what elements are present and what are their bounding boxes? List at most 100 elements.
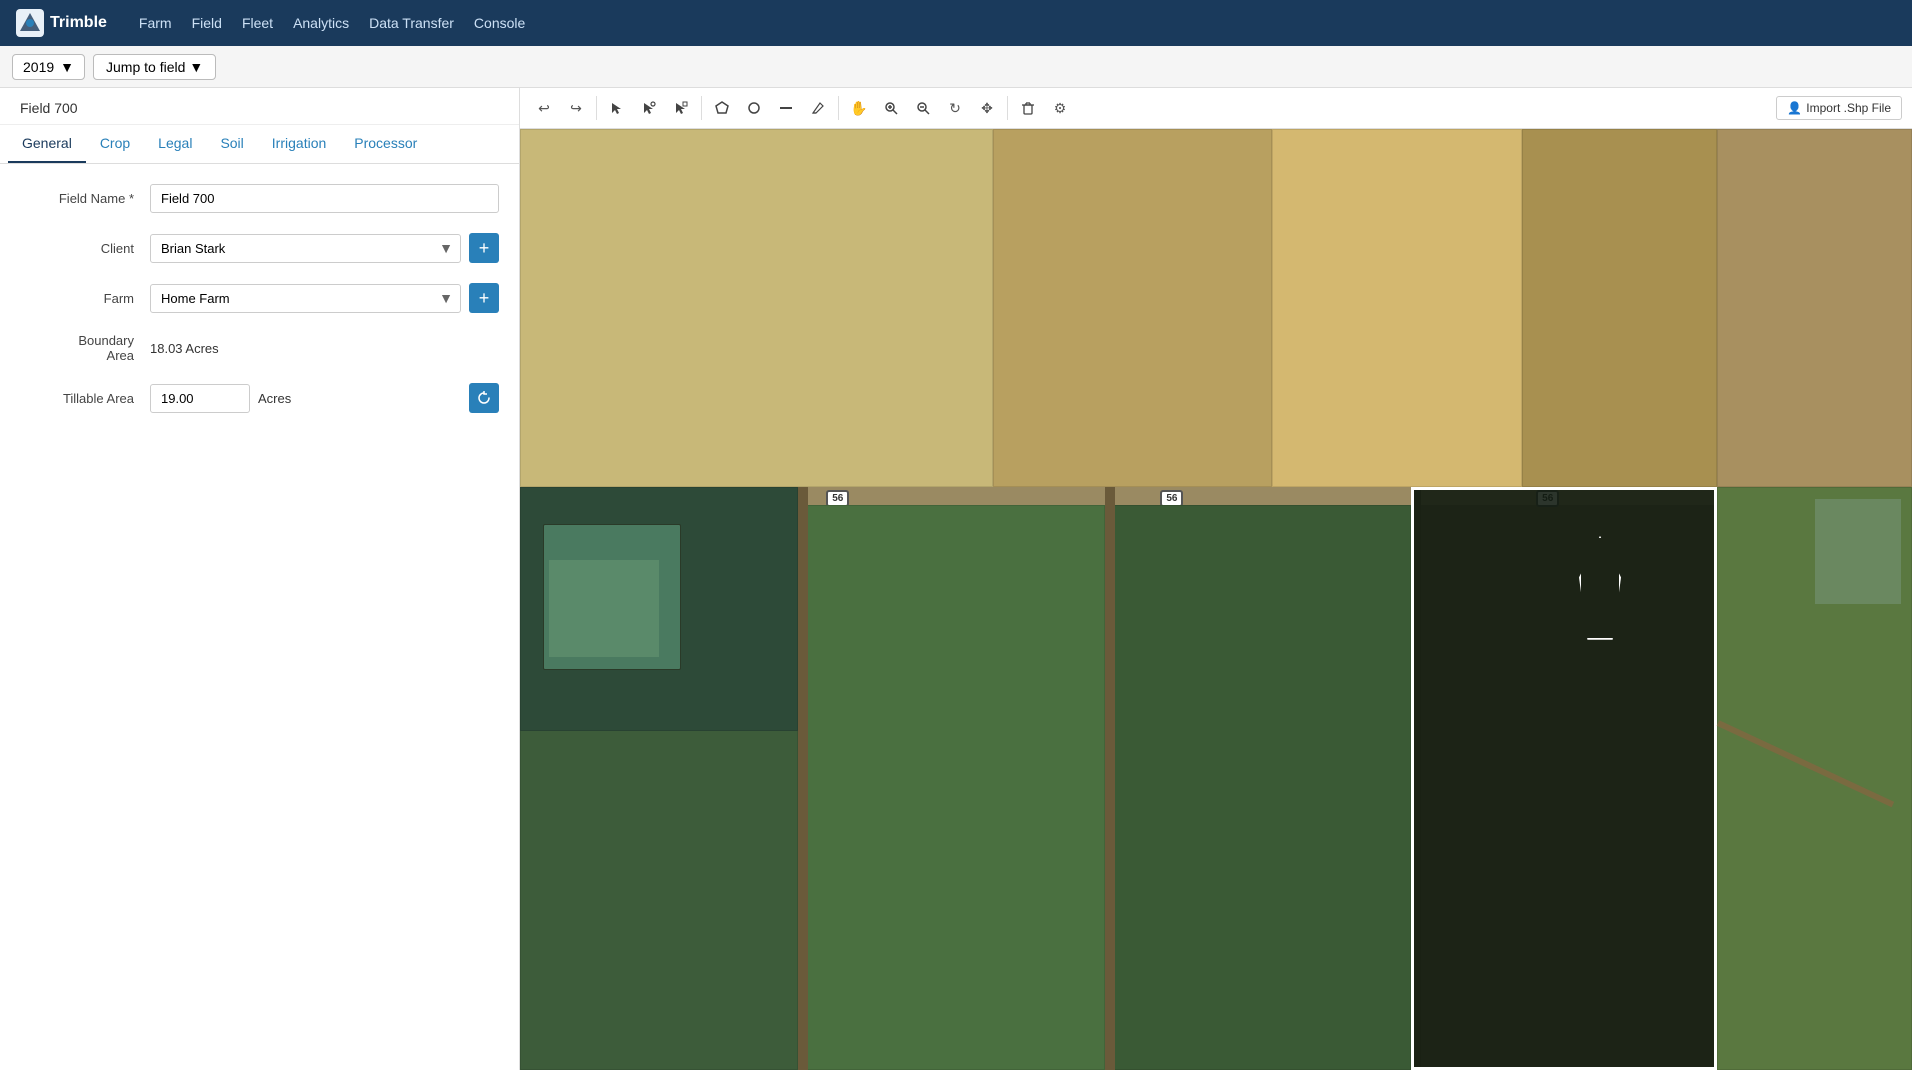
select-area-icon	[642, 101, 656, 115]
client-label: Client	[20, 241, 150, 256]
import-label: Import .Shp File	[1806, 101, 1891, 115]
edit-node-button[interactable]	[667, 94, 695, 122]
person-icon: 👤	[1787, 101, 1802, 115]
top-navigation: Trimble FarmFieldFleetAnalyticsData Tran…	[0, 0, 1912, 46]
field-green-3	[1105, 505, 1411, 1070]
field-patch-2	[993, 129, 1271, 487]
hand-tool-button[interactable]: ✋	[845, 94, 873, 122]
toolbar-sep-1	[596, 96, 597, 120]
field-green-2	[798, 505, 1104, 1070]
main-content: Field 700 GeneralCropLegalSoilIrrigation…	[0, 88, 1912, 1070]
add-client-button[interactable]: +	[469, 233, 499, 263]
toolbar-sep-3	[838, 96, 839, 120]
zoom-in-icon	[884, 101, 898, 115]
toolbar-sep-2	[701, 96, 702, 120]
form-area: Field Name * Client Brian Stark ▼ +	[0, 164, 519, 1070]
year-dropdown[interactable]: 2019 ▼	[12, 54, 85, 80]
cursor-icon	[610, 101, 624, 115]
second-bar: 2019 ▼ Jump to field ▼	[0, 46, 1912, 88]
tillable-area-label: Tillable Area	[20, 391, 150, 406]
farm-row: Farm Home Farm ▼ +	[20, 283, 499, 313]
nav-item-field[interactable]: Field	[184, 11, 230, 35]
app-name: Trimble	[50, 14, 107, 32]
tab-crop[interactable]: Crop	[86, 125, 144, 163]
tab-soil[interactable]: Soil	[206, 125, 257, 163]
selected-field	[1411, 487, 1717, 1070]
trimble-logo-icon	[16, 9, 44, 37]
zoom-in-button[interactable]	[877, 94, 905, 122]
select2-tool-button[interactable]	[635, 94, 663, 122]
tillable-area-input[interactable]	[150, 384, 250, 413]
select-tool-button[interactable]	[603, 94, 631, 122]
farm-select-wrap: Home Farm ▼	[150, 284, 461, 313]
client-row: Client Brian Stark ▼ +	[20, 233, 499, 263]
add-farm-button[interactable]: +	[469, 283, 499, 313]
farm-select[interactable]: Home Farm	[150, 284, 461, 313]
tab-general[interactable]: General	[8, 125, 86, 163]
tab-processor[interactable]: Processor	[340, 125, 431, 163]
boundary-area-row: BoundaryArea 18.03 Acres	[20, 333, 499, 363]
tab-irrigation[interactable]: Irrigation	[258, 125, 340, 163]
pencil-button[interactable]	[804, 94, 832, 122]
draw-line-button[interactable]	[772, 94, 800, 122]
nav-item-analytics[interactable]: Analytics	[285, 11, 357, 35]
undo-button[interactable]: ↩	[530, 94, 558, 122]
right-panel: ↩ ↪	[520, 88, 1912, 1070]
nav-item-console[interactable]: Console	[466, 11, 533, 35]
left-panel: Field 700 GeneralCropLegalSoilIrrigation…	[0, 88, 520, 1070]
client-select-wrap: Brian Stark ▼	[150, 234, 461, 263]
farm-label: Farm	[20, 291, 150, 306]
boundary-area-label: BoundaryArea	[20, 333, 150, 363]
nav-items: FarmFieldFleetAnalyticsData TransferCons…	[131, 11, 533, 35]
boundary-area-value: 18.03 Acres	[150, 341, 219, 356]
tabs-container: GeneralCropLegalSoilIrrigationProcessor	[0, 125, 519, 164]
map-view[interactable]: 56 56 56	[520, 129, 1912, 1070]
barn-area	[520, 487, 798, 732]
draw-circle-button[interactable]	[740, 94, 768, 122]
delete-button[interactable]	[1014, 94, 1042, 122]
field-name-row: Field Name *	[20, 184, 499, 213]
refresh-tillable-button[interactable]	[469, 383, 499, 413]
field-far-right	[1717, 487, 1912, 1070]
year-arrow: ▼	[60, 59, 74, 75]
field-name-label: Field Name *	[20, 191, 150, 206]
jump-to-field-button[interactable]: Jump to field ▼	[93, 54, 216, 80]
field-patch-3	[1272, 129, 1523, 487]
road-v-1	[798, 487, 808, 1070]
nav-item-data-transfer[interactable]: Data Transfer	[361, 11, 462, 35]
trash-icon	[1021, 101, 1035, 115]
zoom-out-button[interactable]	[909, 94, 937, 122]
rotate-button[interactable]: ↻	[941, 94, 969, 122]
nav-item-fleet[interactable]: Fleet	[234, 11, 281, 35]
settings-button[interactable]: ⚙	[1046, 94, 1074, 122]
client-select[interactable]: Brian Stark	[150, 234, 461, 263]
zoom-out-icon	[916, 101, 930, 115]
jump-arrow: ▼	[189, 59, 203, 75]
field-patch-4	[1522, 129, 1717, 487]
road-v-2	[1105, 487, 1115, 1070]
tab-legal[interactable]: Legal	[144, 125, 206, 163]
pan-button[interactable]: ✥	[973, 94, 1001, 122]
draw-polygon-button[interactable]	[708, 94, 736, 122]
field-name-input[interactable]	[150, 184, 499, 213]
jump-label: Jump to field	[106, 59, 185, 75]
import-shp-button[interactable]: 👤 Import .Shp File	[1776, 96, 1902, 120]
tillable-area-wrap: Acres	[150, 384, 461, 413]
nav-item-farm[interactable]: Farm	[131, 11, 180, 35]
barn-building-2	[549, 560, 660, 657]
map-toolbar: ↩ ↪	[520, 88, 1912, 129]
edit-nodes-icon	[674, 101, 688, 115]
toolbar-sep-4	[1007, 96, 1008, 120]
diagonal-road	[1717, 720, 1894, 807]
redo-button[interactable]: ↪	[562, 94, 590, 122]
app-logo: Trimble	[16, 9, 107, 37]
far-right-building	[1815, 499, 1902, 604]
pencil-icon	[811, 101, 825, 115]
circle-icon	[747, 101, 761, 115]
field-patch-1	[520, 129, 993, 487]
field-title: Field 700	[0, 88, 519, 125]
refresh-icon	[477, 391, 491, 405]
buildings-area	[1717, 129, 1912, 487]
tillable-area-row: Tillable Area Acres	[20, 383, 499, 413]
line-icon	[779, 101, 793, 115]
